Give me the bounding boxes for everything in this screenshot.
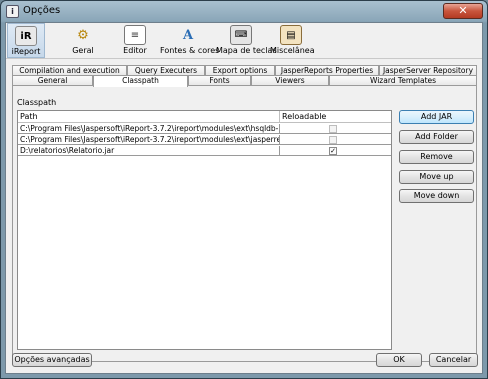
- advanced-options-button[interactable]: Opções avançadas: [12, 353, 92, 367]
- keymap-icon: ⌨: [230, 25, 252, 45]
- options-dialog: i Opções ✕ iR iReport ⚙ Geral ≡ Editor A…: [0, 0, 488, 379]
- fonts-colors-icon: A: [182, 27, 194, 43]
- dialog-content: iR iReport ⚙ Geral ≡ Editor A Fontes & c…: [5, 22, 483, 374]
- classpath-panel: Classpath Path Reloadable C:\Program Fil…: [12, 85, 477, 362]
- title-bar[interactable]: i Opções ✕: [1, 1, 487, 22]
- category-geral[interactable]: ⚙ Geral: [64, 23, 102, 58]
- table-header: Path Reloadable: [18, 111, 391, 123]
- category-label: Geral: [72, 46, 94, 55]
- add-folder-button[interactable]: Add Folder: [399, 130, 474, 144]
- column-header-path[interactable]: Path: [18, 111, 280, 123]
- path-cell: C:\Program Files\Jaspersoft\iReport-3.7.…: [20, 124, 280, 134]
- classpath-title: Classpath: [17, 98, 57, 107]
- add-jar-button[interactable]: Add JAR: [399, 110, 474, 124]
- reloadable-cell: ✓: [280, 146, 391, 156]
- category-ireport[interactable]: iR iReport: [7, 23, 45, 58]
- ireport-icon: iR: [15, 26, 37, 46]
- ok-button[interactable]: OK: [376, 353, 422, 367]
- category-label: Miscelânea: [270, 46, 315, 55]
- window-title: Opções: [23, 5, 61, 16]
- reloadable-cell: [280, 124, 391, 134]
- reloadable-checkbox: [329, 125, 337, 133]
- category-toolbar: iR iReport ⚙ Geral ≡ Editor A Fontes & c…: [6, 23, 482, 59]
- move-down-button[interactable]: Move down: [399, 189, 474, 203]
- path-cell: D:\relatorios\Relatorio.jar: [18, 146, 280, 156]
- category-label: iReport: [11, 47, 41, 56]
- move-up-button[interactable]: Move up: [399, 170, 474, 184]
- table-row[interactable]: C:\Program Files\Jaspersoft\iReport-3.7.…: [18, 135, 391, 145]
- close-button[interactable]: ✕: [443, 3, 483, 19]
- reloadable-checkbox: [329, 136, 337, 144]
- category-fontes-cores[interactable]: A Fontes & cores: [160, 23, 220, 58]
- miscellaneous-icon: ▤: [280, 25, 302, 45]
- app-icon: i: [6, 5, 19, 18]
- category-label: Editor: [123, 46, 147, 55]
- reloadable-cell: [280, 135, 391, 145]
- table-row[interactable]: C:\Program Files\Jaspersoft\iReport-3.7.…: [18, 124, 391, 134]
- table-row[interactable]: D:\relatorios\Relatorio.jar ✓: [18, 146, 391, 156]
- category-editor[interactable]: ≡ Editor: [116, 23, 154, 58]
- editor-icon: ≡: [124, 25, 146, 45]
- category-label: Fontes & cores: [160, 46, 220, 55]
- tab-classpath[interactable]: Classpath: [93, 75, 188, 87]
- cancel-button[interactable]: Cancelar: [429, 353, 478, 367]
- general-settings-icon: ⚙: [77, 27, 89, 43]
- column-header-reloadable[interactable]: Reloadable: [280, 111, 391, 123]
- category-mapa-teclas[interactable]: ⌨ Mapa de teclas: [216, 23, 277, 58]
- category-label: Mapa de teclas: [216, 46, 277, 55]
- category-miscelanea[interactable]: ▤ Miscelânea: [270, 23, 315, 58]
- path-cell: C:\Program Files\Jaspersoft\iReport-3.7.…: [18, 135, 280, 145]
- remove-button[interactable]: Remove: [399, 150, 474, 164]
- reloadable-checkbox[interactable]: ✓: [329, 147, 337, 155]
- classpath-table: Path Reloadable C:\Program Files\Jaspers…: [17, 110, 392, 350]
